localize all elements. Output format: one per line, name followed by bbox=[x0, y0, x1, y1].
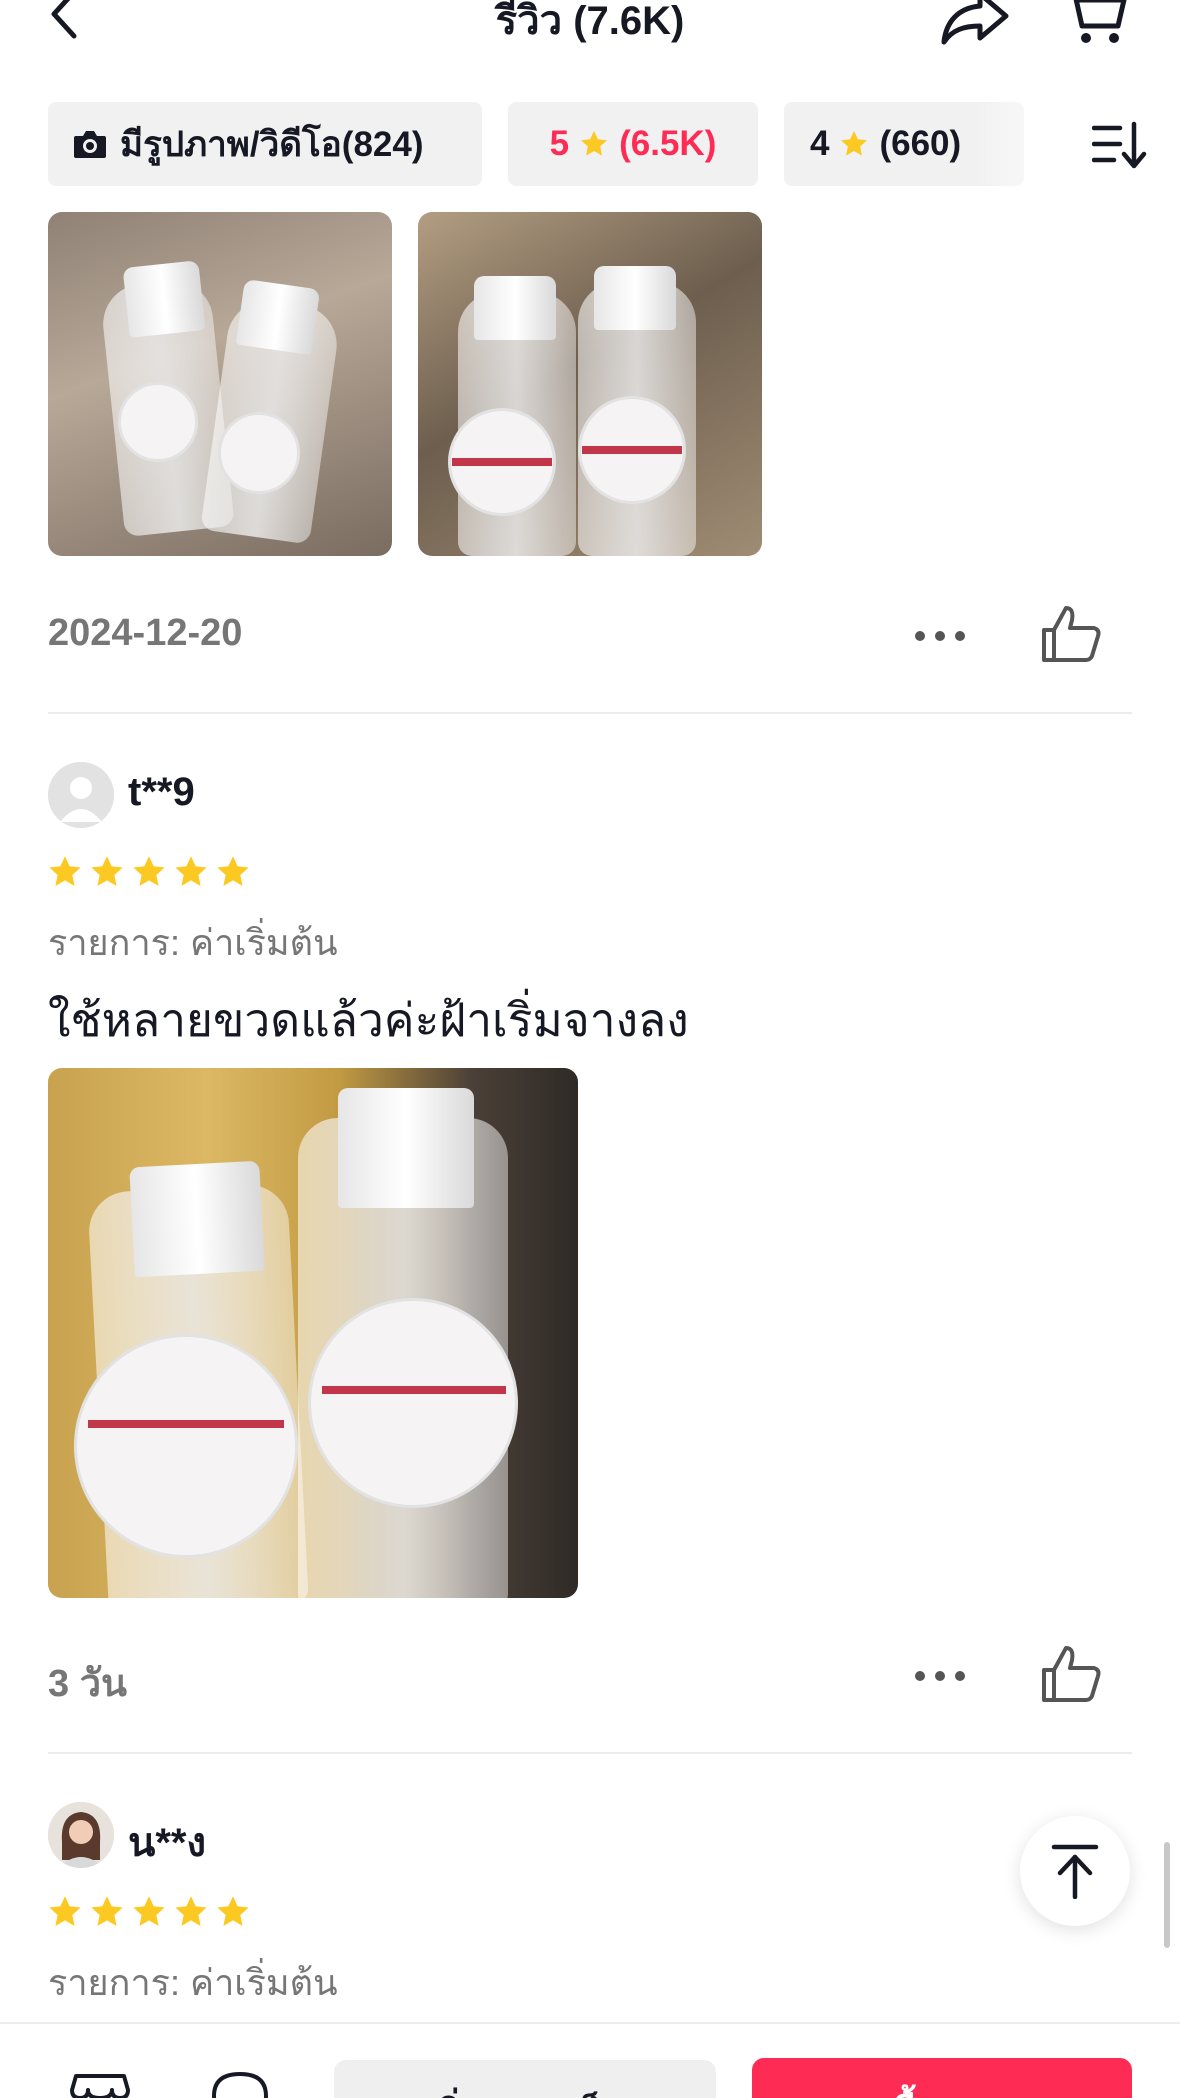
star-icon bbox=[841, 130, 868, 156]
shop-icon[interactable] bbox=[70, 2072, 130, 2098]
star-icon bbox=[91, 856, 123, 886]
review-photo[interactable] bbox=[48, 212, 392, 556]
bottom-action-bar: เพิ่มลงรถเข็น ซื้อเลย bbox=[0, 2022, 1180, 2098]
star-icon bbox=[133, 1896, 165, 1926]
star-rating bbox=[46, 1894, 256, 1930]
star-icon bbox=[133, 856, 165, 886]
review-photo[interactable] bbox=[48, 1068, 578, 1598]
scrollbar[interactable] bbox=[1164, 1842, 1170, 1948]
review-text: ใช้หลายขวดแล้วค่ะฝ้าเริ่มจางลง bbox=[48, 994, 689, 1046]
review-divider bbox=[48, 712, 1132, 714]
reviewer-name[interactable]: น**ง bbox=[128, 1810, 206, 1874]
review-photo[interactable] bbox=[418, 212, 762, 556]
chat-icon[interactable] bbox=[210, 2070, 270, 2098]
back-to-top-button[interactable] bbox=[1020, 1816, 1130, 1926]
buy-now-button[interactable]: ซื้อเลย bbox=[752, 2058, 1132, 2098]
star-rating bbox=[46, 854, 256, 890]
filter-5-count: (6.5K) bbox=[619, 124, 717, 163]
filter-5-rating: 5 bbox=[549, 124, 570, 163]
filter-5-star-chip[interactable]: 5 (6.5K) bbox=[508, 102, 758, 186]
share-icon[interactable] bbox=[940, 0, 1012, 46]
avatar[interactable] bbox=[48, 762, 114, 828]
star-icon bbox=[175, 1896, 207, 1926]
camera-icon bbox=[74, 131, 106, 158]
more-options-icon[interactable] bbox=[912, 1668, 968, 1684]
star-icon bbox=[217, 1896, 249, 1926]
arrow-up-icon bbox=[1051, 1844, 1099, 1899]
star-icon bbox=[91, 1896, 123, 1926]
avatar[interactable] bbox=[48, 1802, 114, 1868]
review-variant: รายการ: ค่าเริ่มต้น bbox=[48, 1962, 338, 2003]
star-icon bbox=[217, 856, 249, 886]
like-icon[interactable] bbox=[1040, 1644, 1102, 1704]
reviewer-name[interactable]: t**9 bbox=[128, 770, 195, 815]
review-filters: มีรูปภาพ/วิดีโอ(824) 5 (6.5K) 4 (660) bbox=[48, 102, 1180, 186]
filter-media-chip[interactable]: มีรูปภาพ/วิดีโอ(824) bbox=[48, 102, 482, 186]
star-icon bbox=[49, 1896, 81, 1926]
star-icon bbox=[49, 856, 81, 886]
filter-4-rating: 4 bbox=[810, 124, 830, 163]
cart-icon[interactable] bbox=[1062, 0, 1128, 48]
add-to-cart-button[interactable]: เพิ่มลงรถเข็น bbox=[334, 2060, 716, 2098]
review-variant: รายการ: ค่าเริ่มต้น bbox=[48, 922, 338, 963]
review-divider bbox=[48, 1752, 1132, 1754]
star-icon bbox=[175, 856, 207, 886]
header: รีวิว (7.6K) bbox=[0, 0, 1180, 60]
filter-media-label: มีรูปภาพ/วิดีโอ(824) bbox=[120, 124, 424, 164]
review-date: 3 วัน bbox=[48, 1663, 128, 1705]
more-options-icon[interactable] bbox=[912, 628, 968, 644]
filter-4-count: (660) bbox=[879, 124, 962, 163]
star-icon bbox=[581, 130, 608, 156]
sort-icon[interactable] bbox=[1092, 120, 1148, 170]
review-date: 2024-12-20 bbox=[48, 612, 243, 654]
like-icon[interactable] bbox=[1040, 604, 1102, 664]
